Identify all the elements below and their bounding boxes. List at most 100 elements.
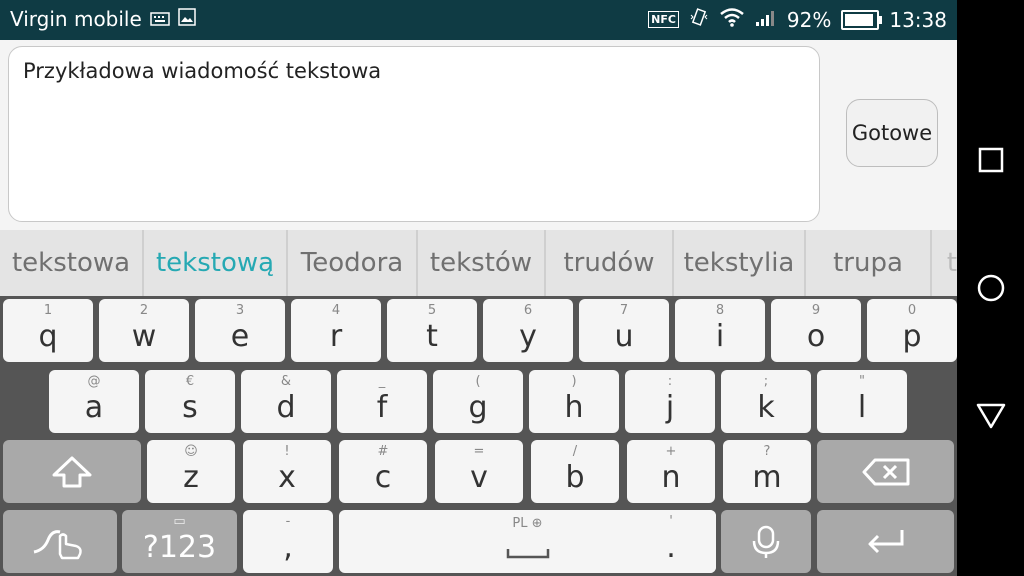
recents-button[interactable] <box>971 140 1011 180</box>
key-s[interactable]: € s <box>145 370 235 433</box>
key-label: s <box>182 390 198 425</box>
back-button[interactable] <box>971 396 1011 436</box>
key-e[interactable]: 3e <box>195 299 285 362</box>
key-label: e <box>230 319 250 354</box>
key-label: g <box>468 390 488 425</box>
key-secondary-label: = <box>473 444 485 459</box>
carrier-name: Virgin mobile <box>10 7 142 31</box>
key-u[interactable]: 7u <box>579 299 669 362</box>
suggestion-strip: tekstowa tekstową Teodora tekstów trudów teks… <box>0 230 957 296</box>
key-h[interactable]: ) h <box>529 370 619 433</box>
key-secondary-label: : <box>667 374 673 389</box>
key-secondary-label: ) <box>571 374 577 389</box>
key-secondary-label: 0 <box>907 303 917 318</box>
home-button[interactable] <box>971 268 1011 308</box>
key-a[interactable]: @ a <box>49 370 139 433</box>
signal-icon <box>755 8 777 32</box>
enter-key[interactable] <box>817 510 954 573</box>
key-t[interactable]: 5t <box>387 299 477 362</box>
suggestion-item[interactable]: t <box>932 230 957 296</box>
key-label: n <box>661 460 681 495</box>
key-label: b <box>565 460 585 495</box>
done-button[interactable]: Gotowe <box>846 99 938 167</box>
key-k[interactable]: ; k <box>721 370 811 433</box>
key-q[interactable]: 1q <box>3 299 93 362</box>
key-secondary-label: 8 <box>715 303 725 318</box>
key-m[interactable]: ? m <box>723 440 811 503</box>
key-label: u <box>614 319 634 354</box>
key-label: z <box>183 460 199 495</box>
key-label: x <box>278 460 296 495</box>
key-n[interactable]: + n <box>627 440 715 503</box>
key-label: h <box>564 390 584 425</box>
key-label: y <box>519 319 537 354</box>
key-label: i <box>715 319 725 354</box>
shift-icon <box>3 440 141 503</box>
key-secondary-label: @ <box>87 374 101 389</box>
key-label: t <box>426 319 438 354</box>
key-secondary-label: 4 <box>331 303 341 318</box>
comma-key-sub: - <box>285 514 291 529</box>
key-label: l <box>857 390 867 425</box>
key-label: d <box>276 390 296 425</box>
key-c[interactable]: # c <box>339 440 427 503</box>
key-secondary-label: ; <box>763 374 769 389</box>
suggestion-item[interactable]: trupa <box>806 230 932 296</box>
key-label: w <box>131 319 157 354</box>
keyboard: ▭ ?123 - , PL ⊕ 1 q 2 w 3 e 4 r 5 t 6 y 7 u 8 i 9 o 0 p @ a € s… <box>0 296 957 576</box>
status-bar: Virgin mobile NFC 92% 13:38 <box>0 0 957 40</box>
suggestion-item[interactable]: tekstylia <box>674 230 806 296</box>
battery-icon <box>841 9 883 30</box>
backspace-key[interactable] <box>817 440 954 503</box>
key-x[interactable]: ! x <box>243 440 331 503</box>
battery-percent: 92% <box>786 7 832 32</box>
voice-key[interactable] <box>721 510 811 573</box>
backspace-icon <box>817 440 954 503</box>
suggestion-item[interactable]: tekstową <box>144 230 288 296</box>
vibrate-icon <box>689 7 709 32</box>
key-secondary-label: € <box>185 374 195 389</box>
key-f[interactable]: _ f <box>337 370 427 433</box>
key-secondary-label: 3 <box>235 303 245 318</box>
suggestion-item[interactable]: tekstowa <box>0 230 144 296</box>
nfc-icon: NFC <box>648 11 679 28</box>
wifi-icon <box>719 7 745 32</box>
key-secondary-label: " <box>859 374 865 389</box>
key-label: m <box>752 460 782 495</box>
swype-key[interactable] <box>3 510 117 573</box>
clock: 13:38 <box>889 7 947 32</box>
key-secondary-label: 5 <box>427 303 437 318</box>
key-label: j <box>665 390 675 425</box>
key-o[interactable]: 9o <box>771 299 861 362</box>
key-i[interactable]: 8i <box>675 299 765 362</box>
key-j[interactable]: :j <box>625 370 715 433</box>
circle-icon <box>977 274 1005 302</box>
key-p[interactable]: 0p <box>867 299 957 362</box>
comma-key[interactable]: - , <box>243 510 333 573</box>
key-z[interactable]: ☺ z <box>147 440 235 503</box>
period-key-visible[interactable]: '. <box>626 510 716 573</box>
key-secondary-label: 1 <box>43 303 53 318</box>
key-secondary-label: 2 <box>139 303 149 318</box>
key-l[interactable]: " l <box>817 370 907 433</box>
key-g[interactable]: (g <box>433 370 523 433</box>
suggestion-item[interactable]: tekstów <box>418 230 546 296</box>
key-b[interactable]: / b <box>531 440 619 503</box>
app-content: Przykładowa wiadomość tekstowa Gotowe <box>0 40 957 230</box>
key-label: r <box>329 319 343 354</box>
period-key-label: . <box>666 530 676 565</box>
key-v[interactable]: = v <box>435 440 523 503</box>
suggestion-item[interactable]: Teodora <box>288 230 418 296</box>
key-r[interactable]: 4r <box>291 299 381 362</box>
symbols-key[interactable]: ▭ ?123 <box>122 510 237 573</box>
key-secondary-label: _ <box>378 374 386 389</box>
message-input[interactable]: Przykładowa wiadomość tekstowa <box>8 46 820 222</box>
key-secondary-label: 6 <box>523 303 533 318</box>
key-secondary-label: 7 <box>619 303 629 318</box>
shift-key[interactable] <box>3 440 141 503</box>
key-y[interactable]: 6y <box>483 299 573 362</box>
key-label: c <box>374 460 392 495</box>
suggestion-item[interactable]: trudów <box>546 230 674 296</box>
key-d[interactable]: & d <box>241 370 331 433</box>
key-w[interactable]: 2w <box>99 299 189 362</box>
